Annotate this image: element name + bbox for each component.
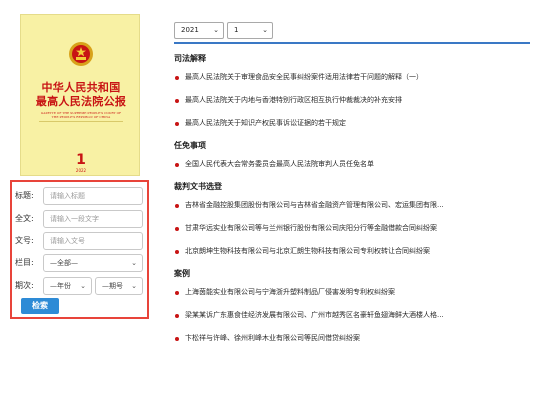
column-search-row: 栏目: —全部— ⌄: [12, 254, 147, 273]
red-dot-icon: [175, 122, 179, 126]
red-dot-icon: [175, 291, 179, 295]
article-link[interactable]: 最高人民法院关于知识产权民事诉讼证据的若干规定: [174, 112, 534, 135]
red-dot-icon: [175, 76, 179, 80]
red-dot-icon: [175, 314, 179, 318]
title-input[interactable]: [43, 187, 143, 205]
fulltext-input[interactable]: [43, 210, 143, 228]
column-select[interactable]: —全部— ⌄: [43, 254, 143, 272]
article-title: 全国人民代表大会常务委员会最高人民法院审判人员任免名单: [185, 160, 374, 168]
section-title: 任免事项: [174, 141, 206, 150]
article-link[interactable]: 北京朗坤生物科技有限公司与北京汇朗生物科技有限公司专利权转让合同纠纷案: [174, 240, 534, 263]
title-search-row: 标题:: [12, 187, 147, 206]
article-link[interactable]: 上海茵能实业有限公司与宁海浙升塑料制品厂侵害发明专利权纠纷案: [174, 281, 534, 304]
national-emblem-icon: [69, 42, 93, 66]
red-dot-icon: [175, 337, 179, 341]
article-title: 卞松祥与许峰、徐州利峰木业有限公司等民间借贷纠纷案: [185, 334, 360, 342]
cover-title-line1: 中华人民共和国: [41, 81, 121, 94]
cover-title-line2: 最高人民法院公报: [35, 95, 127, 108]
section-title: 司法解释: [174, 54, 206, 63]
chevron-down-icon: ⌄: [131, 259, 137, 267]
year-select[interactable]: —年份 ⌄: [43, 277, 92, 295]
cover-divider: [39, 121, 123, 122]
section-title: 裁判文书选登: [174, 182, 222, 191]
article-title: 最高人民法院关于内地与香港特别行政区相互执行仲裁裁决的补充安排: [185, 96, 402, 104]
article-link[interactable]: 吉林省金融控股集团股份有限公司与吉林省金融资产管理有限公司、宏运集团有限...: [174, 194, 534, 217]
chevron-down-icon: ⌄: [131, 282, 137, 290]
docno-label: 文号:: [15, 236, 34, 245]
cover-issue-number: 1: [76, 152, 86, 168]
article-link[interactable]: 卞松祥与许峰、徐州利峰木业有限公司等民间借贷纠纷案: [174, 327, 534, 350]
article-title: 北京朗坤生物科技有限公司与北京汇朗生物科技有限公司专利权转让合同纠纷案: [185, 247, 430, 255]
article-link[interactable]: 甘肃华远实业有限公司等与兰州银行股份有限公司庆阳分行等金融借款合同纠纷案: [174, 217, 534, 240]
issue-select-value: —期号: [102, 282, 123, 290]
title-label: 标题:: [15, 191, 34, 200]
period-label: 期次:: [15, 281, 34, 290]
docno-input[interactable]: [43, 232, 143, 250]
article-link[interactable]: 梁某某诉广东惠食佳经济发展有限公司、广州市越秀区名豪轩鱼翅海鲜大酒楼人格...: [174, 304, 534, 327]
red-dot-icon: [175, 227, 179, 231]
article-link[interactable]: 最高人民法院关于审理食品安全民事纠纷案件适用法律若干问题的解释（一）: [174, 66, 534, 89]
column-select-value: —全部—: [50, 259, 78, 267]
column-label: 栏目:: [15, 258, 34, 267]
article-title: 最高人民法院关于审理食品安全民事纠纷案件适用法律若干问题的解释（一）: [185, 73, 423, 81]
filter-year-select[interactable]: 2021 ⌄: [174, 22, 224, 39]
article-link[interactable]: 最高人民法院关于内地与香港特别行政区相互执行仲裁裁决的补充安排: [174, 89, 534, 112]
section-title: 案例: [174, 269, 190, 278]
header-divider: [174, 42, 530, 44]
fulltext-label: 全文:: [15, 214, 34, 223]
filter-issue-value: 1: [234, 26, 239, 34]
search-panel: 标题: 全文: 文号: 栏目: —全部— ⌄ 期次: —年份 ⌄ —期号 ⌄ 检…: [10, 180, 149, 319]
red-dot-icon: [175, 163, 179, 167]
issue-select[interactable]: —期号 ⌄: [95, 277, 143, 295]
article-title: 上海茵能实业有限公司与宁海浙升塑料制品厂侵害发明专利权纠纷案: [185, 288, 395, 296]
article-link[interactable]: 全国人民代表大会常务委员会最高人民法院审判人员任免名单: [174, 153, 534, 176]
table-of-contents: 司法解释 最高人民法院关于审理食品安全民事纠纷案件适用法律若干问题的解释（一） …: [174, 52, 534, 350]
cover-year: 2022: [75, 168, 87, 173]
article-title: 吉林省金融控股集团股份有限公司与吉林省金融资产管理有限公司、宏运集团有限...: [185, 201, 444, 209]
red-dot-icon: [175, 250, 179, 254]
article-title: 最高人民法院关于知识产权民事诉讼证据的若干规定: [185, 119, 346, 127]
article-title: 甘肃华远实业有限公司等与兰州银行股份有限公司庆阳分行等金融借款合同纠纷案: [185, 224, 437, 232]
chevron-down-icon: ⌄: [262, 26, 268, 34]
chevron-down-icon: ⌄: [80, 282, 86, 290]
red-dot-icon: [175, 99, 179, 103]
docno-search-row: 文号:: [12, 232, 147, 251]
red-dot-icon: [175, 204, 179, 208]
article-title: 梁某某诉广东惠食佳经济发展有限公司、广州市越秀区名豪轩鱼翅海鲜大酒楼人格...: [185, 311, 444, 319]
year-select-value: —年份: [50, 282, 71, 290]
journal-cover[interactable]: 中华人民共和国 最高人民法院公报 GAZETTE OF THE SUPREME …: [20, 14, 140, 176]
filter-year-value: 2021: [181, 26, 199, 34]
cover-english-line2: THE PEOPLE'S REPUBLIC OF CHINA: [51, 115, 111, 119]
period-search-row: 期次: —年份 ⌄ —期号 ⌄: [12, 277, 147, 296]
chevron-down-icon: ⌄: [213, 26, 219, 34]
fulltext-search-row: 全文:: [12, 210, 147, 229]
search-button[interactable]: 检索: [21, 298, 59, 314]
filter-issue-select[interactable]: 1 ⌄: [227, 22, 273, 39]
